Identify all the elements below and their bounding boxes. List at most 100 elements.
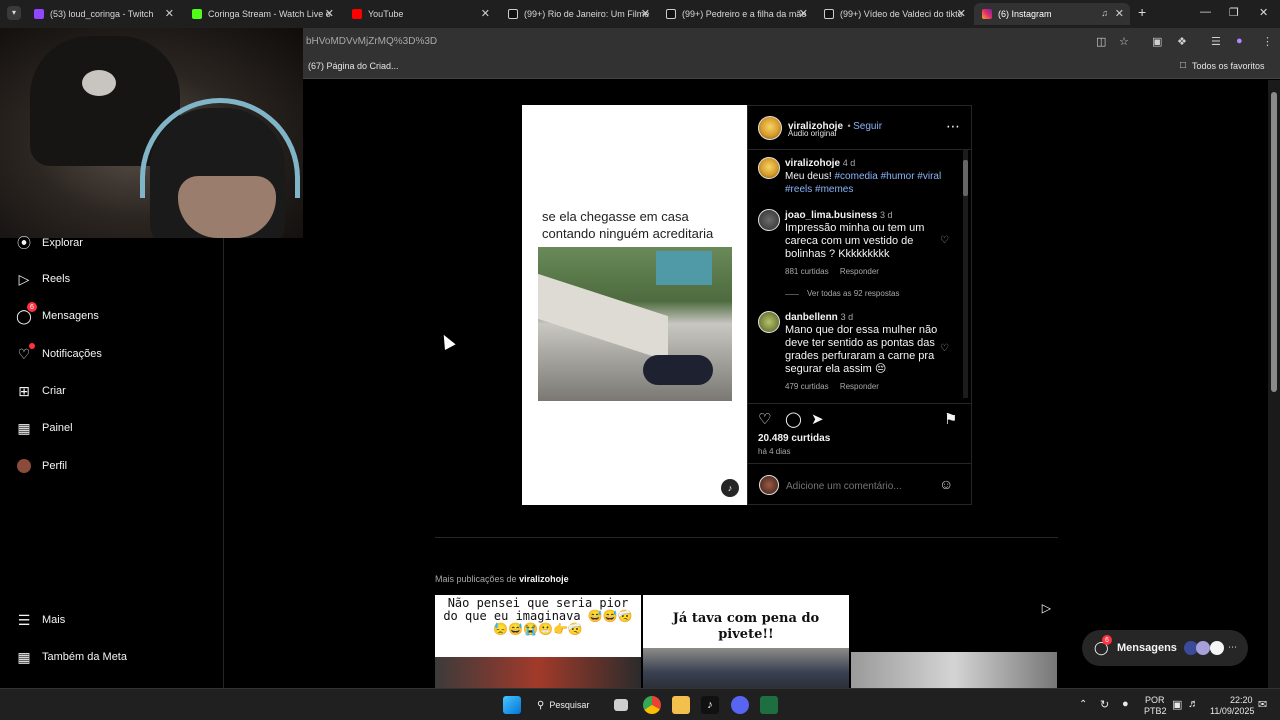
speaker-icon[interactable]: ♫ [1101, 8, 1108, 18]
tab-kick[interactable]: Coringa Stream - Watch Live o ✕ [184, 3, 340, 25]
messages-pill-label: Mensagens [1117, 642, 1177, 654]
commenter-avatar[interactable] [758, 209, 780, 231]
bookmark-creator-page[interactable]: (67) Página do Criad... [308, 61, 399, 71]
close-icon[interactable]: ✕ [641, 7, 650, 20]
nav-reels[interactable]: ▷ Reels [16, 271, 71, 287]
task-view-icon[interactable] [614, 699, 628, 711]
notification-center-icon[interactable]: ✉ [1258, 698, 1267, 711]
close-icon[interactable]: ✕ [957, 7, 966, 20]
tab-instagram[interactable]: (6) Instagram ♫ ✕ [974, 3, 1130, 25]
network-icon[interactable]: ▣ [1172, 698, 1182, 711]
nav-messages[interactable]: ◯ 6 Mensagens [16, 302, 99, 324]
close-icon[interactable]: ✕ [481, 7, 490, 20]
clock-time[interactable]: 22:20 [1230, 695, 1253, 705]
mute-button[interactable]: ♪ [721, 479, 739, 497]
scroll-thumb[interactable] [963, 160, 968, 196]
tiktok-app-icon[interactable]: ♪ [701, 696, 719, 714]
share-icon[interactable]: ➤ [811, 410, 824, 428]
commenter-avatar[interactable] [758, 311, 780, 333]
tab-menu-icon[interactable]: ▾ [7, 6, 21, 20]
like-icon[interactable]: ♡ [758, 410, 771, 428]
description-username[interactable]: viralizohoje [785, 158, 840, 169]
nav-notifications[interactable]: ♡ Notificações [16, 343, 102, 362]
comments-scrollbar[interactable] [963, 150, 968, 398]
follow-button[interactable]: Seguir [853, 121, 882, 132]
language-code[interactable]: POR [1145, 695, 1165, 705]
restore-icon[interactable]: ❐ [1229, 6, 1239, 19]
media-control-icon[interactable]: ☰ [1211, 35, 1221, 48]
save-icon[interactable]: ⚑ [944, 410, 957, 428]
author-avatar-small[interactable] [758, 157, 780, 179]
video-frame [538, 247, 732, 401]
tab-twitch[interactable]: (53) loud_coringa - Twitch ✕ [26, 3, 180, 25]
discord-icon[interactable] [731, 696, 749, 714]
nav-more[interactable]: ☰ Mais [16, 611, 66, 628]
more-post-thumb-2[interactable]: Já tava com pena do pivete!! ▷ [643, 595, 849, 688]
sync-icon[interactable]: ↻ [1100, 698, 1109, 711]
comment-like-icon[interactable]: ♡ [940, 343, 949, 354]
comment-input[interactable] [786, 478, 931, 494]
kebab-menu-icon[interactable]: ⋮ [1262, 35, 1273, 48]
bookmark-star-icon[interactable]: ☆ [1119, 35, 1129, 48]
view-replies-button[interactable]: Ver todas as 92 respostas [807, 289, 900, 298]
microphone-icon[interactable]: ● [1122, 698, 1129, 710]
keyboard-layout[interactable]: PTB2 [1144, 706, 1167, 716]
tab-youtube[interactable]: YouTube ✕ [344, 3, 496, 25]
page-scroll-thumb[interactable] [1271, 92, 1277, 392]
more-options-icon[interactable]: ⋯ [946, 118, 960, 135]
hashtags-line1[interactable]: #comedia #humor #viral [834, 171, 941, 182]
post-media-video[interactable]: se ela chegasse em casa contando ninguém… [522, 105, 747, 505]
nav-explore[interactable]: ⦿ Explorar [16, 235, 83, 251]
comment-username[interactable]: joao_lima.business [785, 210, 877, 221]
comment-like-icon[interactable]: ♡ [940, 235, 949, 246]
taskbar-search[interactable]: ⚲ Pesquisar [537, 694, 607, 716]
extension-square-icon[interactable]: ▣ [1152, 35, 1162, 48]
reply-button[interactable]: Responder [840, 267, 879, 276]
tab-tiktok-pedreiro[interactable]: (99+) Pedreiro e a filha da mãe ✕ [658, 3, 814, 25]
excel-icon[interactable] [760, 696, 778, 714]
clock-date[interactable]: 11/09/2025 [1210, 706, 1254, 716]
more-posts-user[interactable]: viralizohoje [519, 574, 569, 584]
windows-start-icon[interactable] [503, 696, 521, 714]
url-text[interactable]: bHVoMDVvMjZrMQ%3D%3D [306, 36, 437, 47]
puzzle-icon[interactable]: ❖ [1177, 35, 1187, 48]
volume-icon[interactable]: ♬ [1188, 698, 1199, 710]
browser-tab-bar: ▾ (53) loud_coringa - Twitch ✕ Coringa S… [0, 0, 1280, 28]
comment-likes[interactable]: 479 curtidas [785, 382, 829, 391]
author-avatar[interactable] [758, 116, 782, 140]
show-hidden-icons[interactable]: ⌃ [1079, 699, 1087, 710]
minimize-icon[interactable]: — [1200, 6, 1211, 18]
tab-tiktok-valdeci[interactable]: (99+) Vídeo de Valdeci do tikto ✕ [816, 3, 972, 25]
close-icon[interactable]: ✕ [325, 7, 334, 20]
chrome-icon[interactable] [643, 696, 661, 714]
close-icon[interactable]: ✕ [799, 7, 808, 20]
close-icon[interactable]: ✕ [165, 7, 174, 20]
profile-icon[interactable]: ● [1236, 35, 1243, 47]
install-app-icon[interactable]: ◫ [1096, 35, 1106, 48]
nav-create[interactable]: ⊞ Criar [16, 383, 66, 399]
comment-username[interactable]: danbellenn [785, 312, 838, 323]
tab-label: (53) loud_coringa - Twitch [50, 9, 154, 19]
messages-floating-button[interactable]: ◯ 6 Mensagens ⋯ [1082, 630, 1248, 666]
file-explorer-icon[interactable] [672, 696, 690, 714]
window-close-icon[interactable]: ✕ [1259, 6, 1268, 19]
audio-label[interactable]: Áudio original [788, 129, 836, 138]
hamburger-icon: ☰ [17, 611, 31, 628]
new-tab-icon[interactable]: + [1138, 4, 1146, 20]
emoji-icon[interactable]: ☺ [939, 476, 953, 492]
reply-button[interactable]: Responder [840, 382, 879, 391]
close-icon[interactable]: ✕ [1115, 7, 1124, 20]
nav-also-from-meta[interactable]: ▦ Também da Meta [16, 649, 127, 665]
hashtags-line2[interactable]: #reels #memes [785, 184, 853, 195]
nav-profile[interactable]: Perfil [16, 458, 67, 474]
page-scrollbar[interactable] [1268, 80, 1280, 688]
likes-count[interactable]: 20.489 curtidas [758, 433, 830, 444]
comment-icon[interactable]: ◯ [785, 410, 802, 428]
more-post-thumb-3[interactable]: ▷ [851, 595, 1057, 688]
tab-tiktok-rio[interactable]: (99+) Rio de Janeiro: Um Filme ✕ [500, 3, 656, 25]
bookmark-all-favorites[interactable]: Todos os favoritos [1192, 61, 1265, 71]
comment-meta: 881 curtidas Responder [785, 267, 879, 276]
comment-likes[interactable]: 881 curtidas [785, 267, 829, 276]
more-post-thumb-1[interactable]: Não pensei que seria pior do que eu imag… [435, 595, 641, 688]
nav-dashboard[interactable]: ▦ Painel [16, 420, 72, 436]
